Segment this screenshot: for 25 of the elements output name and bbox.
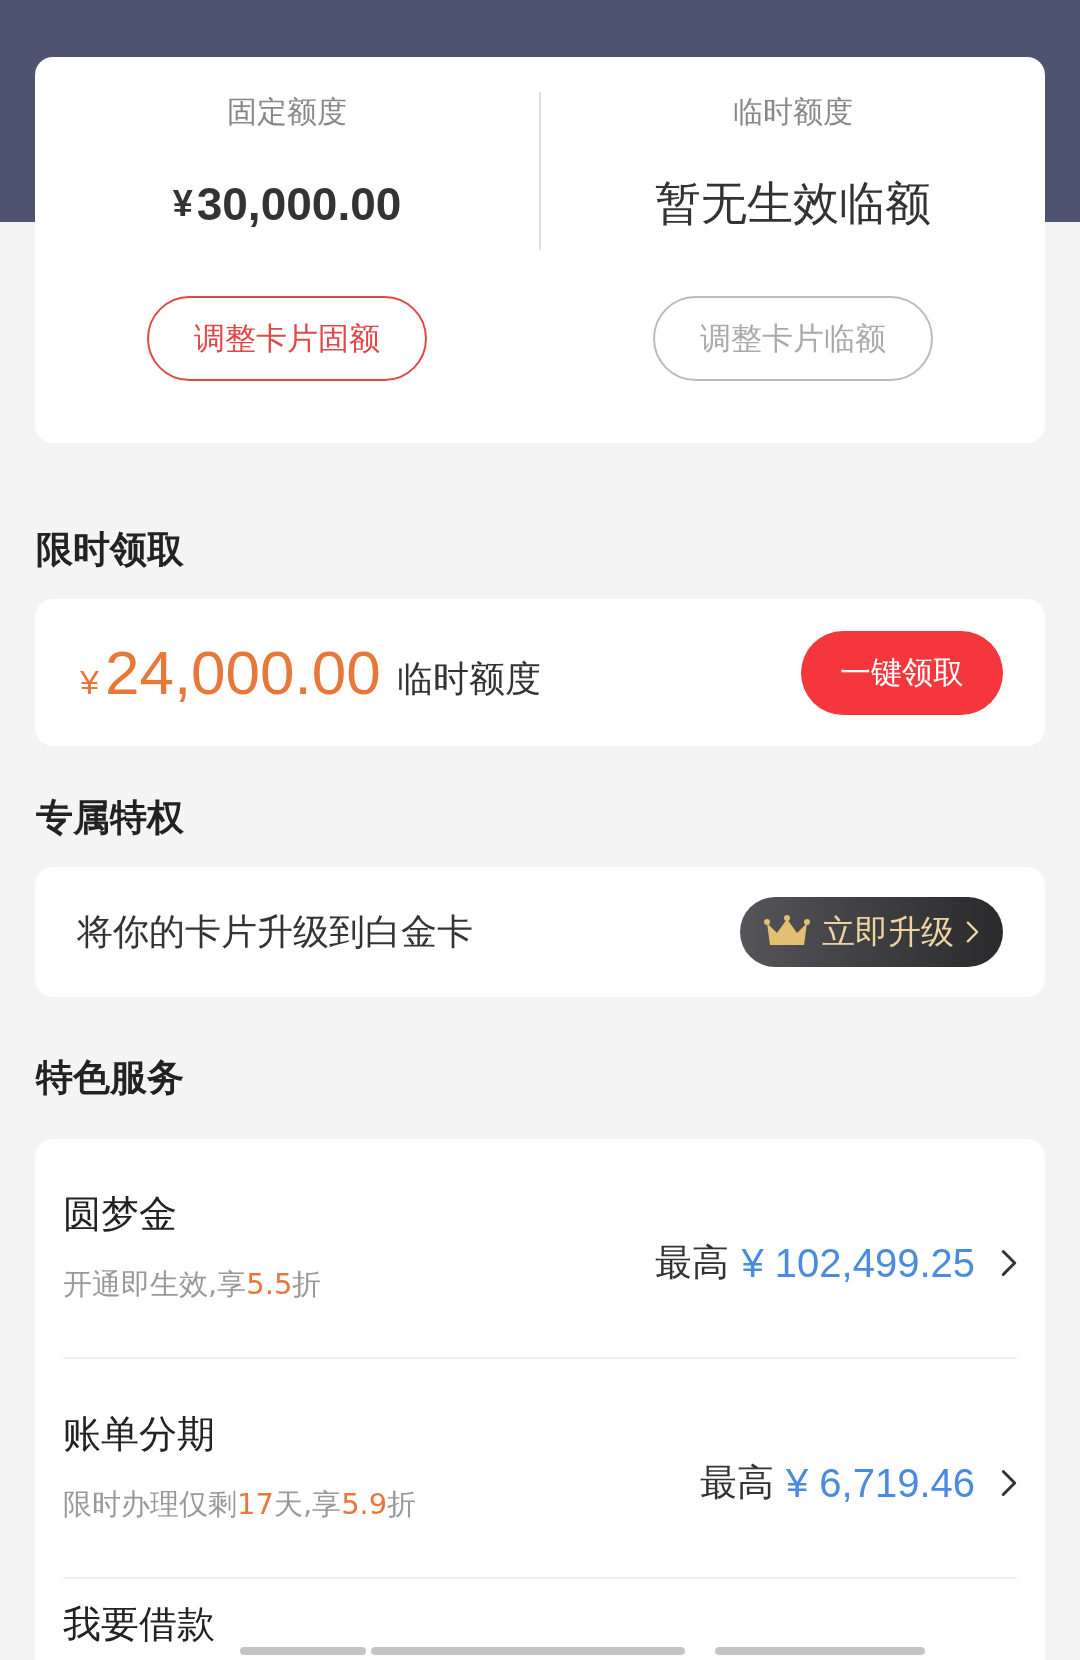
section-title: 限时领取 [36, 527, 184, 573]
service-name: 圆梦金 [63, 1191, 178, 1237]
claim-button[interactable]: 一键领取 [801, 630, 1003, 715]
max-amount: ¥ 102,499.25 [741, 1240, 975, 1286]
max-label: 最高 [699, 1460, 774, 1506]
chevron-icon [966, 920, 979, 944]
upgrade-prompt: 将你的卡片升级到白金卡 [77, 909, 473, 954]
service-name: 我要借款 [63, 1601, 215, 1647]
service-name: 账单分期 [63, 1411, 216, 1457]
offer-label: 临时额度 [396, 657, 541, 701]
upgrade-button[interactable]: 立即升级 [740, 897, 1003, 967]
adjust-limit-button[interactable]: 调整卡片固额 [147, 296, 427, 381]
section-title: 专属特权 [36, 795, 184, 841]
limit-status: 暂无生效临额 [655, 175, 931, 232]
limit-amount: ¥30,000.00 [172, 177, 402, 232]
max-label: 最高 [655, 1240, 730, 1286]
limit-label: 固定额度 [227, 93, 347, 131]
chevron-icon [1001, 1248, 1017, 1278]
limit-label: 临时额度 [733, 93, 853, 131]
max-amount: ¥ 6,719.46 [785, 1460, 975, 1506]
offer-amount: ¥24,000.00 [80, 637, 381, 708]
service-description: 限时办理仅剩17天,享5.9折 [63, 1486, 417, 1523]
chevron-icon [1001, 1468, 1017, 1498]
section-title: 特色服务 [36, 1055, 184, 1101]
service-description: 开通即生效,享5.5折 [63, 1266, 322, 1303]
